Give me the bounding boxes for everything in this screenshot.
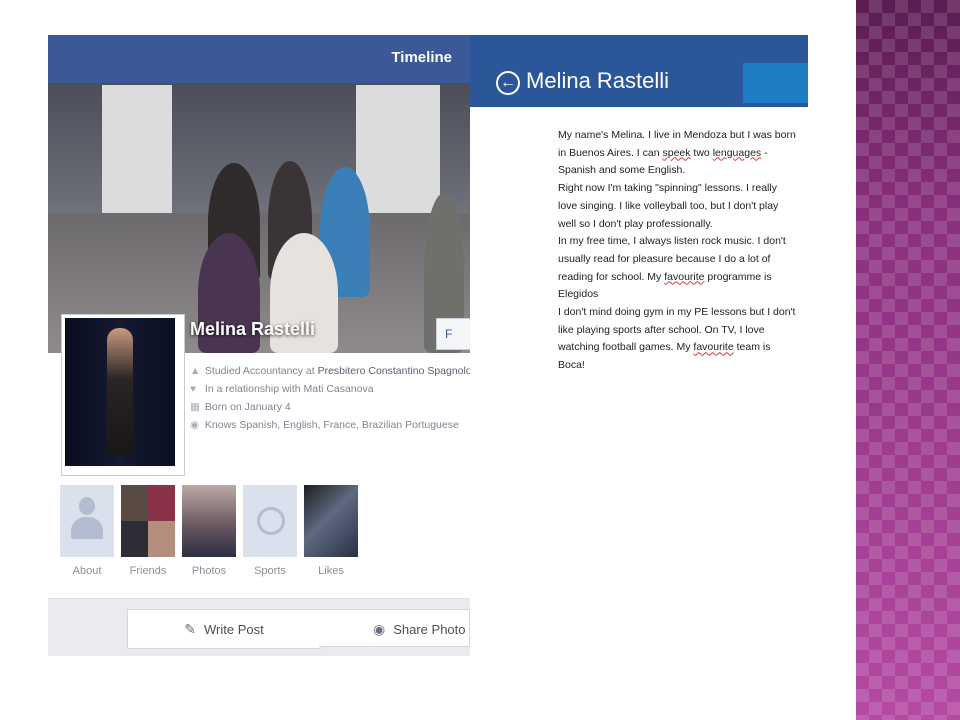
info-education: ▲ Studied Accountancy at Presbitero Cons…: [190, 362, 470, 380]
info-languages: ◉ Knows Spanish, English, France, Brazil…: [190, 416, 470, 434]
timeline-title[interactable]: Timeline: [391, 49, 452, 66]
tile-photos-label: Photos: [191, 565, 227, 577]
spellcheck-word: favourite: [693, 341, 734, 354]
tile-likes[interactable]: Likes: [304, 485, 358, 577]
header-accent-block: [743, 63, 808, 103]
info-languages-text: Knows Spanish, English, France, Brazilia…: [204, 419, 459, 431]
paragraph-free-time: In my free time, I always listen rock mu…: [558, 233, 798, 304]
share-photo-label: Share Photo: [393, 622, 466, 637]
composer-bar: ✎ Write Post ◉ Share Photo: [48, 598, 470, 656]
profile-picture[interactable]: [61, 314, 185, 476]
profile-info-list: ▲ Studied Accountancy at Presbitero Cons…: [190, 362, 470, 434]
tile-likes-label: Likes: [318, 565, 344, 577]
photos-thumbnail: [182, 485, 236, 557]
spellcheck-word: speek: [662, 146, 691, 159]
friends-thumbnail: [121, 485, 175, 557]
tile-sports[interactable]: Sports: [243, 485, 297, 577]
graduation-cap-icon: ▲: [190, 365, 201, 377]
globe-icon: ◉: [190, 419, 200, 431]
tile-about[interactable]: About: [60, 485, 114, 577]
write-post-label: Write Post: [204, 622, 264, 637]
write-post-button[interactable]: ✎ Write Post: [127, 609, 321, 649]
paragraph-intro: My name's Melina. I live in Mendoza but …: [558, 127, 798, 180]
profile-name: Melina Rastelli: [190, 319, 316, 339]
soccer-ball-icon: [243, 485, 297, 557]
cover-banner-left: [102, 85, 172, 213]
document-body[interactable]: My name's Melina. I live in Mendoza but …: [558, 127, 798, 375]
info-birthday-text: Born on January 4: [204, 401, 291, 413]
facebook-profile-panel: Timeline Melina Rastelli F ▲ Studied Acc…: [48, 35, 470, 656]
cover-photo[interactable]: Melina Rastelli F: [48, 83, 470, 353]
profile-picture-figure: [107, 328, 133, 456]
info-relationship: ♥ In a relationship with Mati Casanova: [190, 380, 470, 398]
spellcheck-word: favourite: [664, 270, 705, 283]
tile-friends[interactable]: Friends: [121, 485, 175, 577]
cover-action-label: F: [445, 327, 453, 341]
profile-picture-image: [65, 318, 175, 466]
info-education-prefix: Studied Accountancy at: [204, 365, 318, 377]
text-run: two: [690, 146, 713, 159]
decorative-purple-stripe: [856, 0, 960, 720]
tile-photos[interactable]: Photos: [182, 485, 236, 577]
info-birthday: ▦ Born on January 4: [190, 398, 470, 416]
cover-action-button[interactable]: F: [436, 318, 470, 350]
info-education-school[interactable]: Presbitero Constantino Spagnolo: [318, 365, 470, 377]
calendar-icon: ▦: [190, 401, 200, 413]
share-photo-button[interactable]: ◉ Share Photo: [319, 609, 470, 647]
facebook-top-bar: Timeline: [48, 35, 470, 83]
paragraph-hobbies: Right now I'm taking "spinning" lessons.…: [558, 182, 779, 230]
about-person-icon: [60, 485, 114, 557]
document-title: Melina Rastelli: [526, 68, 670, 93]
paragraph-sports: I don't mind doing gym in my PE lessons …: [558, 304, 798, 375]
camera-icon: ◉: [373, 621, 386, 637]
back-arrow-icon[interactable]: ←: [496, 71, 520, 95]
pencil-icon: ✎: [184, 621, 196, 637]
tile-friends-label: Friends: [129, 565, 167, 577]
document-panel: ← Melina Rastelli My name's Melina. I li…: [470, 35, 808, 656]
document-header: ← Melina Rastelli: [470, 35, 808, 107]
info-relationship-text: In a relationship with Mati Casanova: [204, 383, 374, 395]
likes-thumbnail: [304, 485, 358, 557]
heart-icon: ♥: [190, 383, 197, 395]
tile-about-label: About: [72, 565, 102, 577]
cover-banner-right: [356, 85, 440, 213]
spellcheck-word: lenguages: [712, 146, 762, 159]
tile-sports-label: Sports: [254, 565, 286, 577]
